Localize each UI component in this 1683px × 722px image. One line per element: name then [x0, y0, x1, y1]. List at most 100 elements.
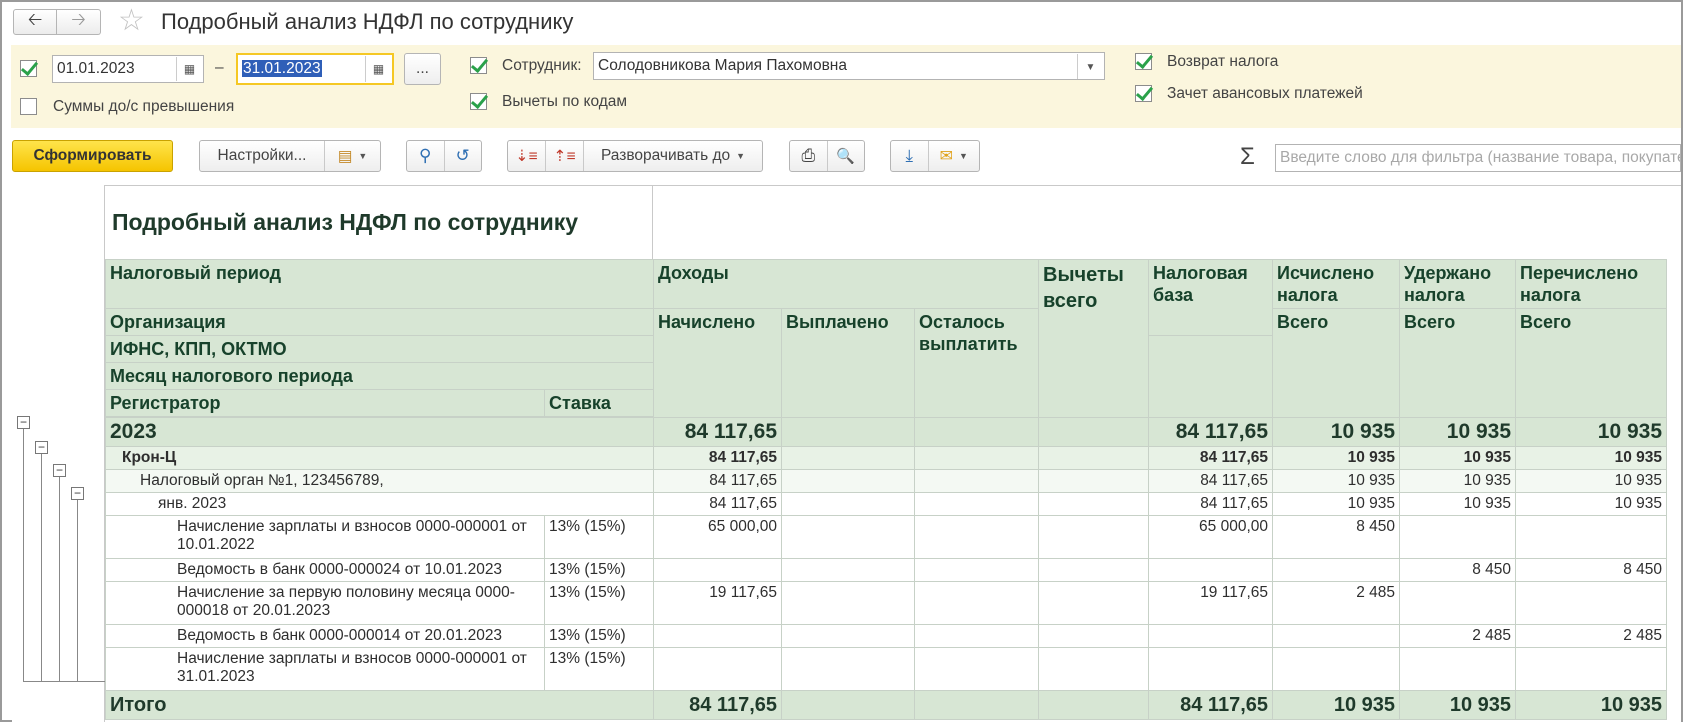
amounts-over-checkbox[interactable]: [20, 98, 37, 115]
date-from-field[interactable]: 01.01.2023 ▦: [52, 55, 204, 83]
cell-withheld: 10 935: [1399, 690, 1516, 720]
header-organization: Организация: [105, 308, 654, 336]
mail-button[interactable]: ✉ ▼: [929, 141, 979, 171]
refund-checkbox[interactable]: [1135, 53, 1152, 70]
header-ifns: ИФНС, КПП, ОКТМО: [105, 335, 654, 363]
cell-transferred: 10 935: [1515, 492, 1667, 516]
window-title: Подробный анализ НДФЛ по сотруднику: [161, 9, 574, 34]
cell-deductions: [1038, 515, 1149, 559]
table-row-month[interactable]: янв. 2023 84 117,65 84 117,65 10 935 10 …: [105, 492, 1667, 516]
star-icon[interactable]: ☆: [118, 5, 145, 37]
advance-label: Зачет авансовых платежей: [1167, 85, 1363, 102]
generate-button[interactable]: Сформировать: [12, 140, 173, 172]
save-button[interactable]: ⤓: [891, 141, 929, 171]
employee-checkbox[interactable]: [470, 57, 487, 74]
select-period-button[interactable]: ...: [404, 53, 441, 85]
back-button[interactable]: 🡠: [13, 9, 57, 35]
row-name: 2023: [105, 417, 654, 447]
cell-rate: 13% (15%): [544, 515, 654, 559]
cell-withheld: 2 485: [1399, 624, 1516, 648]
cell-deductions: [1038, 690, 1149, 720]
cell-base: [1148, 647, 1273, 691]
row-name: Начисление зарплаты и взносов 0000-00000…: [105, 515, 545, 559]
amounts-over-label: Суммы до/с превышения: [53, 98, 235, 115]
cell-accrued: 84 117,65: [653, 469, 782, 493]
print-preview-icon: 🔍: [836, 148, 856, 165]
search-cancel-icon: ↺: [455, 146, 470, 165]
chevron-down-icon: ▼: [959, 151, 968, 161]
search-cancel-button[interactable]: ↺: [445, 141, 482, 171]
sort-desc-icon: ⇣≡: [515, 147, 538, 165]
cell-accrued: [653, 558, 782, 582]
tree-line: [77, 494, 78, 682]
tree-line: [59, 471, 60, 682]
cell-calc: [1272, 558, 1400, 582]
table-row-document[interactable]: Начисление зарплаты и взносов 0000-00000…: [105, 647, 1667, 691]
cell-remaining: [914, 558, 1039, 582]
sort-desc-button[interactable]: ⇣≡: [508, 141, 546, 171]
cell-withheld: [1399, 581, 1516, 625]
header-row: Налоговый период Доходы Вычеты всего Нал…: [105, 259, 1667, 418]
sort-asc-button[interactable]: ⇡≡: [546, 141, 584, 171]
cell-withheld: 8 450: [1399, 558, 1516, 582]
cell-deductions: [1038, 492, 1149, 516]
cell-rate: 13% (15%): [544, 558, 654, 582]
header-accrued: Начислено: [653, 308, 782, 418]
header-tax-base-cont: [1148, 335, 1273, 418]
table-row-document[interactable]: Начисление зарплаты и взносов 0000-00000…: [105, 515, 1667, 559]
advance-checkbox[interactable]: [1135, 85, 1152, 102]
title-divider: [652, 185, 653, 259]
expand-to-button[interactable]: Разворачивать до ▼: [584, 141, 762, 171]
print-button[interactable]: ⎙: [790, 141, 828, 171]
search-button[interactable]: ⚲: [407, 141, 445, 171]
chevron-down-icon: ▼: [736, 151, 746, 161]
cell-calc: [1272, 647, 1400, 691]
collapse-minus-icon[interactable]: −: [71, 487, 84, 500]
date-to-field[interactable]: 31.01.2023 ▦: [236, 53, 394, 85]
row-name: янв. 2023: [105, 492, 654, 516]
cell-deductions: [1038, 558, 1149, 582]
forward-button[interactable]: 🡢: [57, 9, 101, 35]
table-row-document[interactable]: Ведомость в банк 0000-000014 от 20.01.20…: [105, 624, 1667, 648]
table-row-organization[interactable]: Крон-Ц 84 117,65 84 117,65 10 935 10 935…: [105, 446, 1667, 470]
calendar-icon[interactable]: ▦: [365, 56, 391, 82]
chevron-down-icon[interactable]: ▼: [1077, 54, 1103, 79]
cell-accrued: 19 117,65: [653, 581, 782, 625]
header-total-calc: Всего: [1272, 308, 1400, 418]
deductions-checkbox[interactable]: [470, 93, 487, 110]
sigma-icon[interactable]: Σ: [1240, 143, 1255, 171]
cell-transferred: 10 935: [1515, 690, 1667, 720]
preview-button[interactable]: 🔍: [828, 141, 865, 171]
cell-transferred: 10 935: [1515, 446, 1667, 470]
cell-transferred: 8 450: [1515, 558, 1667, 582]
settings-button[interactable]: Настройки...: [200, 141, 325, 171]
table-row-year[interactable]: 2023 84 117,65 84 117,65 10 935 10 935 1…: [105, 417, 1667, 447]
table-row-total[interactable]: Итого 84 117,65 84 117,65 10 935 10 935 …: [105, 690, 1667, 720]
cell-deductions: [1038, 647, 1149, 691]
tree-line: [41, 448, 42, 682]
cell-remaining: [914, 469, 1039, 493]
row-name: Ведомость в банк 0000-000014 от 20.01.20…: [105, 624, 545, 648]
report-variants-button[interactable]: ▤ ▼: [325, 141, 380, 171]
cell-accrued: [653, 647, 782, 691]
cell-calc: 10 935: [1272, 417, 1400, 447]
cell-deductions: [1038, 469, 1149, 493]
header-tax-period: Налоговый период: [105, 259, 654, 309]
cell-transferred: 10 935: [1515, 417, 1667, 447]
table-row-tax-office[interactable]: Налоговый орган №1, 123456789, 84 117,65…: [105, 469, 1667, 493]
row-name: Налоговый орган №1, 123456789,: [105, 469, 654, 493]
period-checkbox[interactable]: [20, 60, 37, 77]
row-name: Итого: [105, 690, 654, 720]
calendar-icon[interactable]: ▦: [176, 57, 202, 81]
collapse-minus-icon[interactable]: −: [53, 464, 66, 477]
header-tax-transferred: Перечислено налога: [1515, 259, 1667, 309]
cell-paid: [781, 492, 915, 516]
cell-deductions: [1038, 446, 1149, 470]
collapse-minus-icon[interactable]: −: [17, 416, 30, 429]
employee-field[interactable]: Солодовникова Мария Пахомовна ▼: [593, 52, 1105, 80]
filter-search-input[interactable]: Введите слово для фильтра (название това…: [1275, 144, 1681, 172]
download-icon: ⤓: [905, 146, 914, 165]
table-row-document[interactable]: Ведомость в банк 0000-000024 от 10.01.20…: [105, 558, 1667, 582]
table-row-document[interactable]: Начисление за первую половину месяца 000…: [105, 581, 1667, 625]
collapse-minus-icon[interactable]: −: [35, 441, 48, 454]
